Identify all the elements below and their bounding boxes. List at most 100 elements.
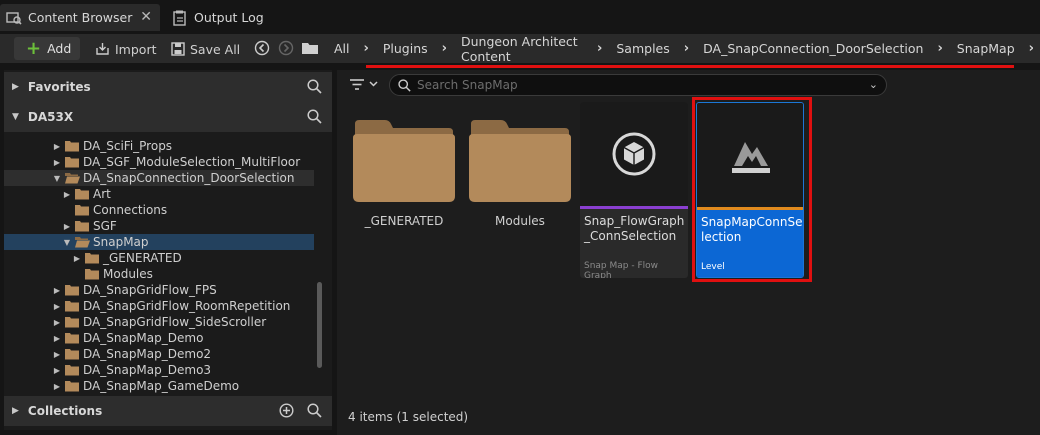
collapsed-arrow-icon[interactable]: ▶: [52, 158, 62, 167]
tree-item-label: DA_SnapMap_Demo2: [83, 347, 212, 361]
breadcrumb-item[interactable]: All: [326, 41, 358, 56]
favorites-header[interactable]: ▶ Favorites: [4, 72, 332, 102]
add-label: Add: [47, 41, 72, 56]
tree-item-label: DA_SnapConnection_DoorSelection: [83, 171, 295, 185]
breadcrumb-item[interactable]: Samples: [608, 41, 677, 56]
asset-view: ⌄ _GENERATED Modules Snap_FlowGraph_Conn…: [337, 70, 1040, 435]
collapse-arrow-icon: ▶: [12, 82, 19, 92]
close-tab-icon[interactable]: ✕: [140, 9, 152, 25]
breadcrumb-separator-icon[interactable]: ›: [358, 41, 375, 56]
search-box[interactable]: ⌄: [389, 74, 887, 96]
forward-arrow-icon[interactable]: [278, 40, 294, 56]
save-icon: [171, 42, 185, 56]
breadcrumb-separator-icon[interactable]: ›: [1023, 41, 1040, 56]
project-header[interactable]: ▼ DA53X: [4, 102, 332, 132]
sources-panel: ▶ Favorites ▼ DA53X ▶ DA_SciFi_Props ▶ DA_S…: [4, 70, 332, 430]
tree-item[interactable]: ▶ DA_SnapMap_Demo: [4, 330, 314, 346]
tree-item[interactable]: ▶ SGF: [4, 218, 314, 234]
folder-tree: ▶ DA_SciFi_Props ▶ DA_SGF_ModuleSelection_M…: [4, 132, 332, 396]
tree-item[interactable]: ▶ DA_SGF_ModuleSelection_MultiFloor: [4, 154, 314, 170]
collapsed-arrow-icon[interactable]: ▶: [52, 142, 62, 151]
tree-item[interactable]: ▶ DA_SnapGridFlow_FPS: [4, 282, 314, 298]
plus-icon: +: [26, 37, 42, 59]
folder-label: _GENERATED: [364, 214, 444, 228]
tab-content-browser[interactable]: Content Browser ✕: [0, 4, 160, 31]
add-collection-icon[interactable]: [279, 403, 294, 418]
folder-icon: [65, 365, 79, 376]
import-button[interactable]: Import: [95, 38, 157, 60]
tree-item[interactable]: Modules: [4, 266, 314, 282]
collapsed-arrow-icon[interactable]: ▶: [72, 254, 82, 263]
breadcrumb: All › Plugins › Dungeon Architect Content › Sa…: [326, 34, 1040, 64]
folder-icon: [65, 157, 79, 168]
collapsed-arrow-icon[interactable]: ▶: [52, 350, 62, 359]
collapsed-arrow-icon[interactable]: ▶: [52, 382, 62, 391]
tree-item[interactable]: ▶ DA_SciFi_Props: [4, 138, 314, 154]
tree-item-label: DA_SnapGridFlow_SideScroller: [83, 315, 267, 329]
asset-name: Snap_FlowGraph_ConnSelection: [584, 214, 685, 243]
selection-highlight-box: [692, 97, 812, 282]
tree-item-label: SGF: [93, 219, 117, 233]
folder-icon[interactable]: [301, 41, 319, 55]
tree-item[interactable]: ▼ SnapMap: [4, 234, 314, 250]
breadcrumb-item[interactable]: Dungeon Architect Content: [453, 34, 591, 64]
save-all-label: Save All: [190, 41, 241, 57]
asset-flowgraph[interactable]: Snap_FlowGraph_ConnSelection Snap Map - …: [580, 102, 688, 278]
tree-item-label: Art: [93, 187, 111, 201]
tree-item[interactable]: ▶ Art: [4, 186, 314, 202]
search-input[interactable]: [417, 78, 857, 92]
tree-item[interactable]: ▶ DA_SnapMap_Demo3: [4, 362, 314, 378]
tree-item[interactable]: ▼ DA_SnapConnection_DoorSelection: [4, 170, 314, 186]
back-arrow-icon[interactable]: [254, 40, 270, 56]
content-browser-icon: [6, 11, 22, 25]
folder-icon: [85, 269, 99, 280]
tab-output-log[interactable]: Output Log: [166, 4, 286, 31]
add-button[interactable]: + Add: [14, 37, 80, 60]
breadcrumb-separator-icon[interactable]: ›: [678, 41, 695, 56]
search-icon[interactable]: [307, 109, 322, 124]
folder-label: Modules: [495, 214, 545, 228]
collapsed-arrow-icon[interactable]: ▶: [52, 318, 62, 327]
collections-header[interactable]: ▶ Collections: [4, 396, 332, 426]
tree-item[interactable]: ▶ DA_SnapMap_GameDemo: [4, 378, 314, 394]
tab-label: Output Log: [194, 10, 264, 25]
expanded-arrow-icon[interactable]: ▼: [52, 174, 62, 183]
collapsed-arrow-icon[interactable]: ▶: [62, 222, 72, 231]
collapsed-arrow-icon[interactable]: ▶: [62, 190, 72, 199]
breadcrumb-item[interactable]: DA_SnapConnection_DoorSelection: [695, 41, 931, 56]
breadcrumb-item[interactable]: Plugins: [375, 41, 436, 56]
collapsed-arrow-icon[interactable]: ▶: [52, 302, 62, 311]
tree-item-label: Connections: [93, 203, 168, 217]
asset-type-bar: [580, 206, 688, 209]
tree-item[interactable]: Connections: [4, 202, 314, 218]
tree-item-label: DA_SciFi_Props: [83, 139, 173, 153]
expanded-arrow-icon[interactable]: ▼: [62, 238, 72, 247]
expand-arrow-icon: ▼: [12, 112, 19, 122]
chevron-down-icon[interactable]: ⌄: [869, 78, 878, 91]
tree-item[interactable]: ▶ DA_SnapGridFlow_SideScroller: [4, 314, 314, 330]
tab-bar: Content Browser ✕ Output Log: [0, 0, 1040, 34]
project-label: DA53X: [27, 110, 74, 124]
favorites-label: Favorites: [27, 80, 91, 94]
save-all-button[interactable]: Save All: [171, 38, 240, 60]
tree-item-label: DA_SnapMap_Demo: [83, 331, 204, 345]
filter-icon[interactable]: [350, 78, 380, 92]
collapsed-arrow-icon[interactable]: ▶: [52, 334, 62, 343]
tree-item-label: DA_SGF_ModuleSelection_MultiFloor: [83, 155, 301, 169]
collapsed-arrow-icon[interactable]: ▶: [52, 286, 62, 295]
breadcrumb-separator-icon[interactable]: ›: [436, 41, 453, 56]
folder-icon: [75, 205, 89, 216]
breadcrumb-separator-icon[interactable]: ›: [591, 41, 608, 56]
search-icon[interactable]: [307, 79, 322, 94]
breadcrumb-separator-icon[interactable]: ›: [931, 41, 948, 56]
tree-item[interactable]: ▶ _GENERATED: [4, 250, 314, 266]
tree-item[interactable]: ▶ DA_SnapGridFlow_RoomRepetition: [4, 298, 314, 314]
breadcrumb-item[interactable]: SnapMap: [949, 41, 1023, 56]
tree-item-label: DA_SnapMap_Demo3: [83, 363, 212, 377]
tree-scrollbar[interactable]: [317, 282, 322, 368]
tree-item-label: Modules: [103, 267, 153, 281]
tree-item[interactable]: ▶ DA_SnapMap_Demo2: [4, 346, 314, 362]
search-icon[interactable]: [307, 403, 322, 418]
collapsed-arrow-icon[interactable]: ▶: [52, 366, 62, 375]
tree-item-label: _GENERATED: [103, 251, 182, 265]
